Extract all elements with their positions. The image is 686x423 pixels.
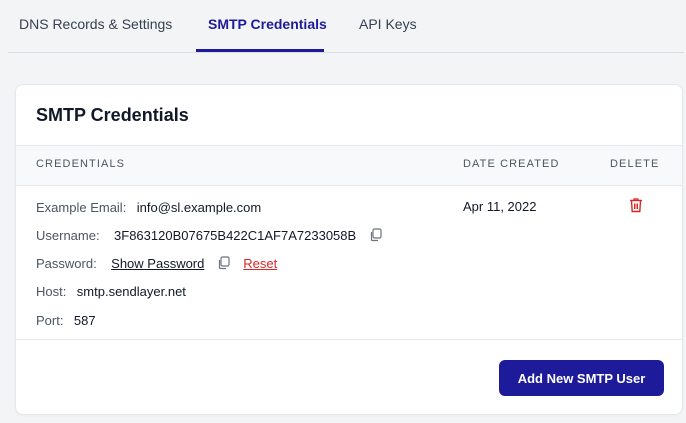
username-line: Username: 3F863120B07675B422C1AF7A723305…	[36, 227, 383, 245]
tab-api-keys[interactable]: API Keys	[359, 16, 417, 32]
top-bar: DNS Records & Settings SMTP Credentials …	[0, 0, 686, 53]
password-line: Password: Show Password Reset	[36, 255, 277, 273]
port-label: Port:	[36, 313, 64, 328]
host-value: smtp.sendlayer.net	[76, 284, 186, 299]
column-credentials: CREDENTIALS	[36, 158, 126, 170]
card-divider	[16, 339, 682, 340]
username-label: Username:	[36, 228, 100, 243]
card-title: SMTP Credentials	[36, 105, 189, 125]
copy-username-icon[interactable]	[369, 228, 383, 242]
tab-bar: DNS Records & Settings SMTP Credentials …	[8, 0, 684, 53]
port-value: 587	[73, 313, 96, 328]
reset-password-link[interactable]: Reset	[243, 256, 277, 271]
tab-dns-records[interactable]: DNS Records & Settings	[19, 16, 172, 32]
example-email-value: info@sl.example.com	[136, 200, 262, 215]
trash-icon[interactable]	[629, 197, 643, 213]
example-email-label: Example Email:	[36, 200, 127, 215]
username-value: 3F863120B07675B422C1AF7A7233058B	[114, 228, 357, 243]
port-line: Port: 587	[36, 312, 96, 330]
password-label: Password:	[36, 256, 97, 271]
host-line: Host: smtp.sendlayer.net	[36, 283, 186, 301]
add-new-smtp-user-button[interactable]: Add New SMTP User	[499, 360, 664, 396]
show-password-link[interactable]: Show Password	[111, 256, 204, 271]
tab-smtp-credentials[interactable]: SMTP Credentials	[208, 16, 327, 32]
column-delete: DELETE	[610, 158, 660, 170]
example-email-line: Example Email: info@sl.example.com	[36, 199, 261, 217]
smtp-credentials-card: SMTP Credentials CREDENTIALS DATE CREATE…	[15, 84, 683, 415]
active-tab-indicator	[196, 49, 324, 52]
host-label: Host:	[36, 284, 67, 299]
copy-password-icon[interactable]	[217, 256, 231, 270]
column-date-created: DATE CREATED	[463, 158, 560, 170]
date-created-value: Apr 11, 2022	[463, 199, 537, 214]
table-header: CREDENTIALS DATE CREATED DELETE	[16, 145, 682, 186]
